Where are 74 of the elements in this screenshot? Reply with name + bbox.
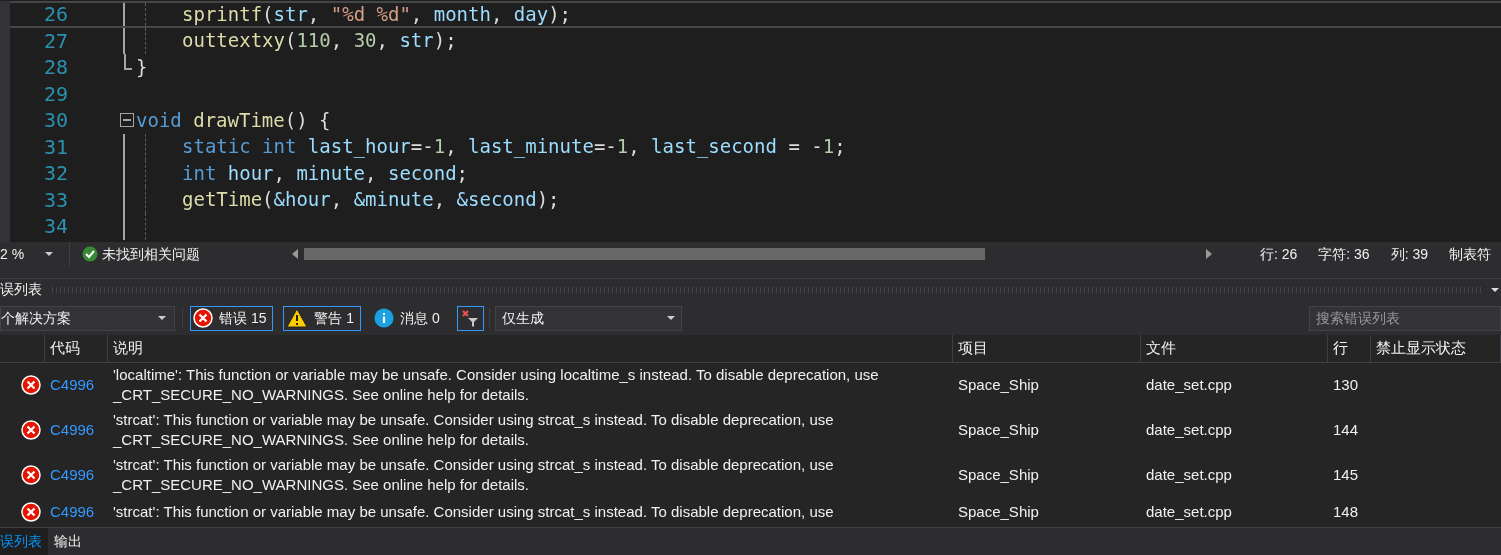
line-number: 30 — [42, 110, 68, 131]
collapse-icon[interactable] — [120, 113, 134, 128]
code-line: getTime(&hour, &minute, &second); — [182, 190, 560, 210]
error-icon — [21, 502, 41, 523]
line-number: 32 — [42, 163, 68, 184]
file-cell-text: date_set.cpp — [1145, 419, 1233, 440]
column-header[interactable]: 文件 — [1141, 335, 1328, 362]
error-description: 'strcat': This function or variable may be unsafe. Consider using strcat_s instead. To disable deprecation, use _CRT_SECURE_NO_WARNINGS. See online help for details. — [111, 454, 835, 495]
caret-icon — [666, 316, 675, 320]
panel-menu-icon[interactable] — [1491, 287, 1499, 292]
check-icon — [82, 246, 98, 262]
scroll-left-icon[interactable] — [292, 249, 298, 259]
filter-toggle[interactable]: 消息 0 — [371, 305, 447, 331]
filter-clear-icon — [461, 309, 480, 327]
warning-icon — [286, 308, 309, 328]
error-icon — [21, 420, 41, 440]
line-number: 28 — [42, 57, 68, 78]
error-icon — [21, 375, 41, 396]
file-cell-text: date_set.cpp — [1145, 501, 1233, 522]
column-header[interactable]: 禁止显示状态 — [1371, 335, 1501, 362]
filter-toggle[interactable]: 错误 15 — [190, 305, 274, 331]
cursor-status: 制表符 — [1449, 244, 1491, 264]
cursor-status: 行: 26 — [1259, 244, 1298, 264]
line-number: 29 — [42, 83, 68, 104]
error-description: 'strcat': This function or variable may be unsafe. Consider using strcat_s instead. To disable deprecation, use — [112, 502, 835, 523]
filter-toggle[interactable]: 警告 1 — [283, 305, 362, 331]
code-line: static int last_hour=-1, last_minute=-1, last_second = -1; — [182, 137, 846, 157]
panel-title: 误列表 — [0, 280, 42, 299]
scope-dropdown[interactable]: 个解决方案 — [0, 305, 175, 331]
cursor-status: 列: 39 — [1390, 244, 1428, 264]
error-code-link[interactable]: C4996 — [45, 463, 108, 486]
column-header[interactable]: 说明 — [108, 335, 953, 362]
column-header[interactable]: 行 — [1328, 335, 1371, 362]
caret-icon — [45, 252, 53, 256]
line-number: 34 — [42, 216, 68, 237]
zoom-dropdown[interactable]: 2 % — [0, 242, 70, 266]
line-number: 26 — [42, 4, 68, 25]
error-description: 'strcat': This function or variable may be unsafe. Consider using strcat_s instead. To disable deprecation, use _CRT_SECURE_NO_WARNINGS. See online help for details. — [111, 410, 835, 450]
project-cell-text: Space_Ship — [957, 464, 1040, 485]
search-field[interactable]: 搜索错误列表 — [1309, 305, 1501, 331]
line-cell-text: 148 — [1332, 501, 1360, 522]
code-line: int hour, minute, second; — [182, 163, 469, 183]
clear-filter-button[interactable] — [456, 305, 484, 331]
code-line: sprintf(str, "%d %d", month, day); — [182, 4, 572, 24]
info-icon — [374, 308, 395, 328]
source-dropdown[interactable]: 仅生成 — [494, 305, 682, 331]
error-code-link[interactable]: C4996 — [45, 374, 108, 397]
code-line: outtextxy(110, 30, str); — [182, 31, 457, 51]
cursor-status: 字符: 36 — [1318, 244, 1370, 264]
column-header[interactable]: 代码 — [45, 335, 108, 362]
panel-tab[interactable]: 输出 — [48, 528, 88, 555]
line-number: 33 — [42, 189, 68, 210]
issues-status: 未找到相关问题 — [102, 244, 200, 264]
error-code-link[interactable]: C4996 — [45, 418, 108, 442]
project-cell-text: Space_Ship — [957, 375, 1040, 395]
line-cell-text: 130 — [1332, 375, 1360, 395]
line-number: 27 — [42, 30, 68, 51]
line-cell-text: 145 — [1332, 464, 1360, 485]
scroll-right-icon[interactable] — [1206, 249, 1212, 259]
code-line: void drawTime() { — [136, 110, 331, 130]
error-description: 'localtime': This function or variable may be unsafe. Consider using localtime_s instead. To disable deprecation, use _CRT_SECURE_NO_WARNINGS. See online help for details. — [111, 365, 880, 406]
file-cell-text: date_set.cpp — [1145, 464, 1233, 485]
error-icon — [193, 308, 213, 328]
panel-tab[interactable]: 误列表 — [0, 528, 48, 555]
error-code-link[interactable]: C4996 — [45, 500, 108, 524]
project-cell-text: Space_Ship — [957, 419, 1040, 440]
error-icon — [21, 464, 41, 485]
file-cell-text: date_set.cpp — [1145, 375, 1233, 395]
column-header[interactable]: 项目 — [953, 335, 1141, 362]
project-cell-text: Space_Ship — [957, 501, 1040, 522]
code-line: } — [136, 57, 148, 77]
caret-icon — [158, 316, 166, 320]
line-cell-text: 144 — [1332, 419, 1360, 440]
line-number: 31 — [42, 136, 68, 157]
